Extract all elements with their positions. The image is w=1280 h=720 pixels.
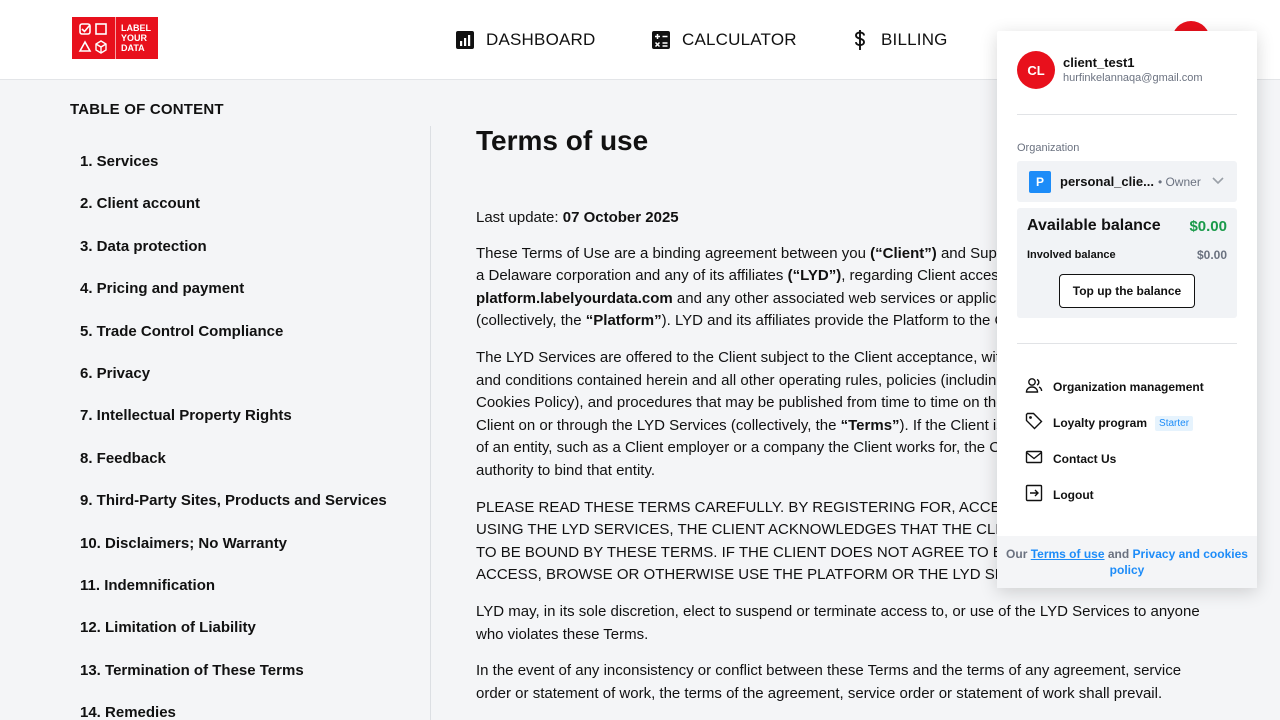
toc-item[interactable]: 6. Privacy	[80, 364, 387, 406]
menu-organization-management[interactable]: Organization management	[1025, 377, 1204, 397]
nav-billing[interactable]: BILLING	[849, 0, 948, 80]
p1-text: (collectively, the	[476, 312, 586, 330]
toc-list: 1. Services 2. Client account 3. Data pr…	[80, 152, 387, 720]
p3-line: ACCESS, BROWSE OR OTHERWISE USE THE PLAT…	[476, 566, 1065, 584]
logo-text: LABEL YOUR DATA	[116, 23, 151, 53]
content-divider	[430, 126, 431, 720]
terms-paragraph-4: LYD may, in its sole discretion, elect t…	[476, 602, 1200, 643]
toc-item[interactable]: 11. Indemnification	[80, 576, 387, 618]
p1-bold: (“Client”)	[870, 244, 937, 262]
org-badge: P	[1029, 170, 1051, 193]
terms-paragraph-5: In the event of any inconsistency or con…	[476, 662, 1182, 702]
p2-text: The LYD Services are offered to the Clie…	[476, 348, 1030, 366]
toc-item[interactable]: 9. Third-Party Sites, Products and Servi…	[80, 491, 387, 533]
p1-bold: (“LYD”)	[787, 267, 842, 285]
bar-chart-icon	[454, 29, 476, 51]
toc-item[interactable]: 3. Data protection	[80, 237, 387, 279]
user-avatar: CL	[1017, 51, 1055, 89]
available-balance-label: Available balance	[1027, 217, 1161, 234]
toc-item[interactable]: 1. Services	[80, 152, 387, 194]
toc-item[interactable]: 8. Feedback	[80, 449, 387, 491]
mail-icon	[1025, 448, 1043, 471]
menu-label: Organization management	[1053, 380, 1204, 394]
p1-bold: “Platform”	[585, 312, 662, 330]
org-name: personal_clie...	[1060, 174, 1154, 189]
dropdown-footer: Our Terms of use and Privacy and cookies…	[997, 536, 1257, 588]
nav-dashboard[interactable]: DASHBOARD	[454, 0, 596, 80]
p1-text: a Delaware corporation and any of its af…	[476, 267, 788, 285]
top-up-balance-button[interactable]: Top up the balance	[1059, 274, 1195, 308]
involved-balance-label: Involved balance	[1027, 249, 1116, 261]
platform-link[interactable]: platform.labelyourdata.com	[476, 290, 673, 307]
involved-balance-value: $0.00	[1196, 248, 1227, 262]
nav-calculator[interactable]: CALCULATOR	[650, 0, 797, 80]
p2-text: Cookies Policy), and procedures that may…	[476, 394, 1031, 412]
calculator-icon	[650, 29, 672, 51]
toc-title: TABLE OF CONTENT	[70, 101, 224, 118]
p1-text: ). LYD and its affiliates provide the Pl…	[661, 312, 1029, 330]
organization-label: Organization	[1017, 142, 1080, 154]
footer-text: Our	[1006, 547, 1031, 561]
logo-word-3: DATA	[121, 43, 145, 53]
loyalty-tier-badge: Starter	[1155, 415, 1194, 431]
label-your-data-logo[interactable]: LABEL YOUR DATA	[72, 17, 158, 59]
last-update-value: 07 October 2025	[562, 209, 679, 226]
toc-item[interactable]: 12. Limitation of Liability	[80, 618, 387, 660]
p2-text: authority to bind that entity.	[476, 461, 655, 479]
toc-item[interactable]: 7. Intellectual Property Rights	[80, 406, 387, 448]
p2-bold: “Terms”	[840, 416, 900, 434]
menu-label: Loyalty program	[1053, 416, 1148, 430]
users-icon	[1025, 376, 1043, 399]
nav-label-calculator: CALCULATOR	[682, 30, 797, 49]
organization-select[interactable]: P personal_clie... • Owner	[1017, 161, 1237, 202]
toc-item[interactable]: 13. Termination of These Terms	[80, 661, 387, 703]
available-balance-value: $0.00	[1189, 218, 1227, 235]
p1-text: and any other associated web services or…	[672, 289, 1037, 307]
tag-icon	[1025, 412, 1043, 435]
p2-text: of an entity, such as a Client employer …	[476, 439, 1028, 457]
user-email: hurfinkelannaqa@gmail.com	[1063, 72, 1203, 84]
menu-label: Contact Us	[1053, 452, 1117, 466]
logo-word-2: YOUR	[121, 33, 148, 43]
dropdown-divider	[1017, 114, 1237, 115]
nav-label-dashboard: DASHBOARD	[486, 30, 596, 49]
p1-text: These Terms of Use are a binding agreeme…	[476, 244, 871, 262]
toc-item[interactable]: 10. Disclaimers; No Warranty	[80, 534, 387, 576]
toc-item[interactable]: 2. Client account	[80, 194, 387, 236]
dollar-icon	[849, 29, 871, 51]
user-name: client_test1	[1063, 55, 1135, 70]
p3-line: TO BE BOUND BY THESE TERMS. IF THE CLIEN…	[476, 543, 1086, 561]
footer-text: and	[1104, 547, 1133, 561]
p2-text: Client on or through the LYD Services (c…	[476, 416, 841, 434]
dropdown-divider	[1017, 343, 1237, 344]
menu-loyalty-program[interactable]: Loyalty program Starter	[1025, 412, 1194, 435]
logo-shapes-icon	[72, 17, 116, 59]
chevron-down-icon	[1211, 173, 1225, 192]
logo-word-1: LABEL	[121, 23, 151, 33]
user-dropdown-menu: CL client_test1 hurfinkelannaqa@gmail.co…	[997, 31, 1257, 588]
terms-of-use-link[interactable]: Terms of use	[1031, 547, 1105, 561]
toc-item[interactable]: 4. Pricing and payment	[80, 279, 387, 321]
nav-label-billing: BILLING	[881, 30, 948, 49]
p2-text: and conditions contained herein and all …	[476, 371, 1024, 389]
menu-label: Logout	[1053, 488, 1094, 502]
toc-item[interactable]: 5. Trade Control Compliance	[80, 322, 387, 364]
toc-item[interactable]: 14. Remedies	[80, 703, 387, 720]
menu-contact-us[interactable]: Contact Us	[1025, 449, 1116, 469]
balance-panel: Available balance $0.00 Involved balance…	[1017, 208, 1237, 318]
p3-line: USING THE LYD SERVICES, THE CLIENT ACKNO…	[476, 521, 1080, 539]
last-update-label: Last update:	[476, 209, 563, 226]
org-role: • Owner	[1157, 174, 1201, 189]
logout-icon	[1025, 484, 1043, 507]
menu-logout[interactable]: Logout	[1025, 484, 1094, 507]
